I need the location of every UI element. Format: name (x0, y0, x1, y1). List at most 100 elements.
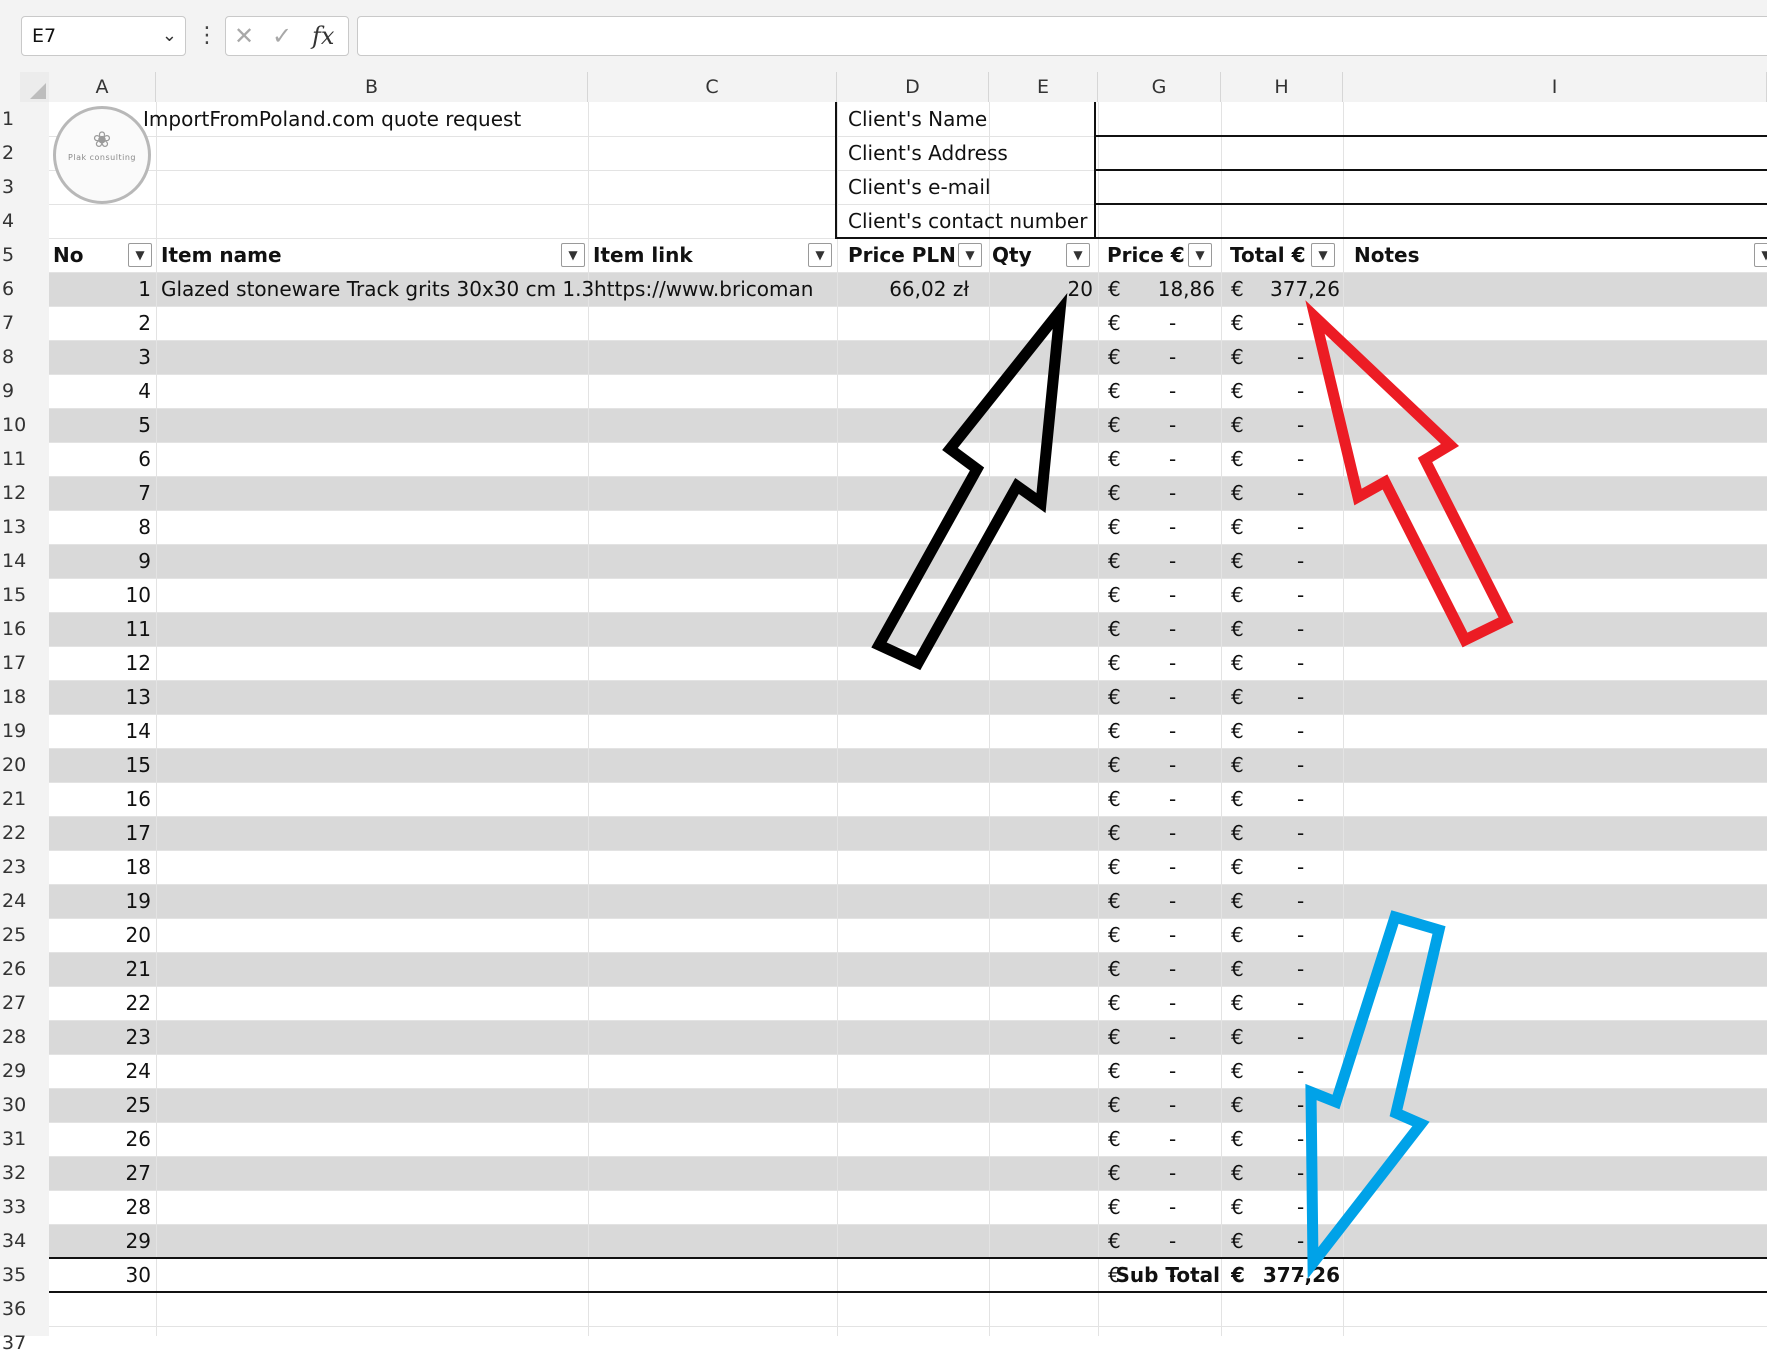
select-all-corner[interactable] (20, 72, 49, 102)
client-name-label[interactable]: Client's Name (848, 102, 1108, 136)
filter-dropdown-icon[interactable]: ▼ (1066, 243, 1090, 267)
client-address-label[interactable]: Client's Address (848, 136, 1108, 170)
item-no[interactable]: 15 (49, 748, 155, 782)
item-no[interactable]: 25 (49, 1088, 155, 1122)
item-no[interactable]: 2 (49, 306, 155, 340)
item-1-name[interactable]: Glazed stoneware Track grits 30x30 cm 1.… (161, 272, 593, 306)
row-header[interactable]: 5 (0, 238, 49, 272)
item-no[interactable]: 9 (49, 544, 155, 578)
row-header[interactable]: 13 (0, 510, 49, 544)
client-email-label[interactable]: Client's e-mail (848, 170, 1108, 204)
sheet-title[interactable]: ImportFromPoland.com quote request (143, 102, 543, 136)
item-no[interactable]: 16 (49, 782, 155, 816)
column-header-d[interactable]: D (837, 72, 989, 102)
subtotal-label[interactable]: Sub Total (1099, 1258, 1224, 1292)
row-header[interactable]: 24 (0, 884, 49, 918)
item-no[interactable]: 4 (49, 374, 155, 408)
column-header-a[interactable]: A (49, 72, 156, 102)
item-no[interactable]: 22 (49, 986, 155, 1020)
more-options-icon[interactable]: ⋮ (196, 18, 218, 54)
item-no[interactable]: 3 (49, 340, 155, 374)
column-header-b[interactable]: B (156, 72, 588, 102)
header-item-name[interactable]: Item name (161, 238, 461, 272)
row-header[interactable]: 36 (0, 1292, 49, 1326)
row-header[interactable]: 20 (0, 748, 49, 782)
row-header[interactable]: 15 (0, 578, 49, 612)
row-header[interactable]: 29 (0, 1054, 49, 1088)
row-header[interactable]: 37 (0, 1326, 49, 1360)
row-header[interactable]: 26 (0, 952, 49, 986)
row-header[interactable]: 19 (0, 714, 49, 748)
row-header[interactable]: 35 (0, 1258, 49, 1292)
item-no[interactable]: 30 (49, 1258, 155, 1292)
header-total-eur[interactable]: Total € (1230, 238, 1310, 272)
column-header-h[interactable]: H (1221, 72, 1343, 102)
column-header-i[interactable]: I (1343, 72, 1767, 102)
item-no[interactable]: 19 (49, 884, 155, 918)
filter-dropdown-icon[interactable]: ▼ (1311, 243, 1335, 267)
function-fx-icon[interactable]: fx (312, 17, 334, 55)
filter-dropdown-icon[interactable]: ▼ (958, 243, 982, 267)
item-no[interactable]: 21 (49, 952, 155, 986)
row-header[interactable]: 10 (0, 408, 49, 442)
row-header[interactable]: 9 (0, 374, 49, 408)
item-no[interactable]: 18 (49, 850, 155, 884)
row-header[interactable]: 21 (0, 782, 49, 816)
item-no[interactable]: 5 (49, 408, 155, 442)
filter-dropdown-icon[interactable]: ▼ (1754, 243, 1767, 267)
row-header[interactable]: 12 (0, 476, 49, 510)
item-no[interactable]: 27 (49, 1156, 155, 1190)
item-no[interactable]: 12 (49, 646, 155, 680)
row-header[interactable]: 25 (0, 918, 49, 952)
column-header-e[interactable]: E (989, 72, 1098, 102)
row-header[interactable]: 30 (0, 1088, 49, 1122)
header-price-pln[interactable]: Price PLN (848, 238, 958, 272)
row-header[interactable]: 17 (0, 646, 49, 680)
cancel-x-icon[interactable]: ✕ (234, 17, 254, 55)
row-header[interactable]: 34 (0, 1224, 49, 1258)
column-header-c[interactable]: C (588, 72, 837, 102)
row-header[interactable]: 1 (0, 102, 49, 136)
filter-dropdown-icon[interactable]: ▼ (1188, 243, 1212, 267)
item-1-no[interactable]: 1 (49, 272, 155, 306)
item-no[interactable]: 6 (49, 442, 155, 476)
row-header[interactable]: 6 (0, 272, 49, 306)
row-header[interactable]: 27 (0, 986, 49, 1020)
row-header[interactable]: 14 (0, 544, 49, 578)
name-box[interactable]: E7 ⌄ (21, 16, 186, 56)
item-1-price-pln[interactable]: 66,02 zł (837, 272, 977, 306)
row-header[interactable]: 22 (0, 816, 49, 850)
chevron-down-icon[interactable]: ⌄ (162, 17, 177, 55)
subtotal-value[interactable]: 377,26 (1244, 1258, 1344, 1292)
client-contact-label[interactable]: Client's contact number (848, 204, 1143, 238)
item-1-link[interactable]: https://www.bricoman (594, 272, 837, 306)
row-header[interactable]: 2 (0, 136, 49, 170)
item-no[interactable]: 26 (49, 1122, 155, 1156)
header-no[interactable]: No (53, 238, 123, 272)
row-header[interactable]: 18 (0, 680, 49, 714)
item-no[interactable]: 11 (49, 612, 155, 646)
item-no[interactable]: 28 (49, 1190, 155, 1224)
header-price-eur[interactable]: Price € (1107, 238, 1187, 272)
formula-input[interactable] (357, 16, 1767, 56)
row-header[interactable]: 16 (0, 612, 49, 646)
item-no[interactable]: 8 (49, 510, 155, 544)
item-no[interactable]: 24 (49, 1054, 155, 1088)
item-no[interactable]: 14 (49, 714, 155, 748)
item-1-price-eur[interactable]: 18,86 (1124, 272, 1219, 306)
filter-dropdown-icon[interactable]: ▼ (561, 243, 585, 267)
row-header[interactable]: 31 (0, 1122, 49, 1156)
filter-dropdown-icon[interactable]: ▼ (808, 243, 832, 267)
row-header[interactable]: 23 (0, 850, 49, 884)
row-header[interactable]: 7 (0, 306, 49, 340)
filter-dropdown-icon[interactable]: ▼ (128, 243, 152, 267)
item-no[interactable]: 17 (49, 816, 155, 850)
item-1-total-eur[interactable]: 377,26 (1244, 272, 1344, 306)
item-1-qty[interactable]: 20 (989, 272, 1097, 306)
header-qty[interactable]: Qty (992, 238, 1062, 272)
row-header[interactable]: 11 (0, 442, 49, 476)
row-header[interactable]: 3 (0, 170, 49, 204)
row-header[interactable]: 4 (0, 204, 49, 238)
column-header-g[interactable]: G (1098, 72, 1221, 102)
row-header[interactable]: 32 (0, 1156, 49, 1190)
